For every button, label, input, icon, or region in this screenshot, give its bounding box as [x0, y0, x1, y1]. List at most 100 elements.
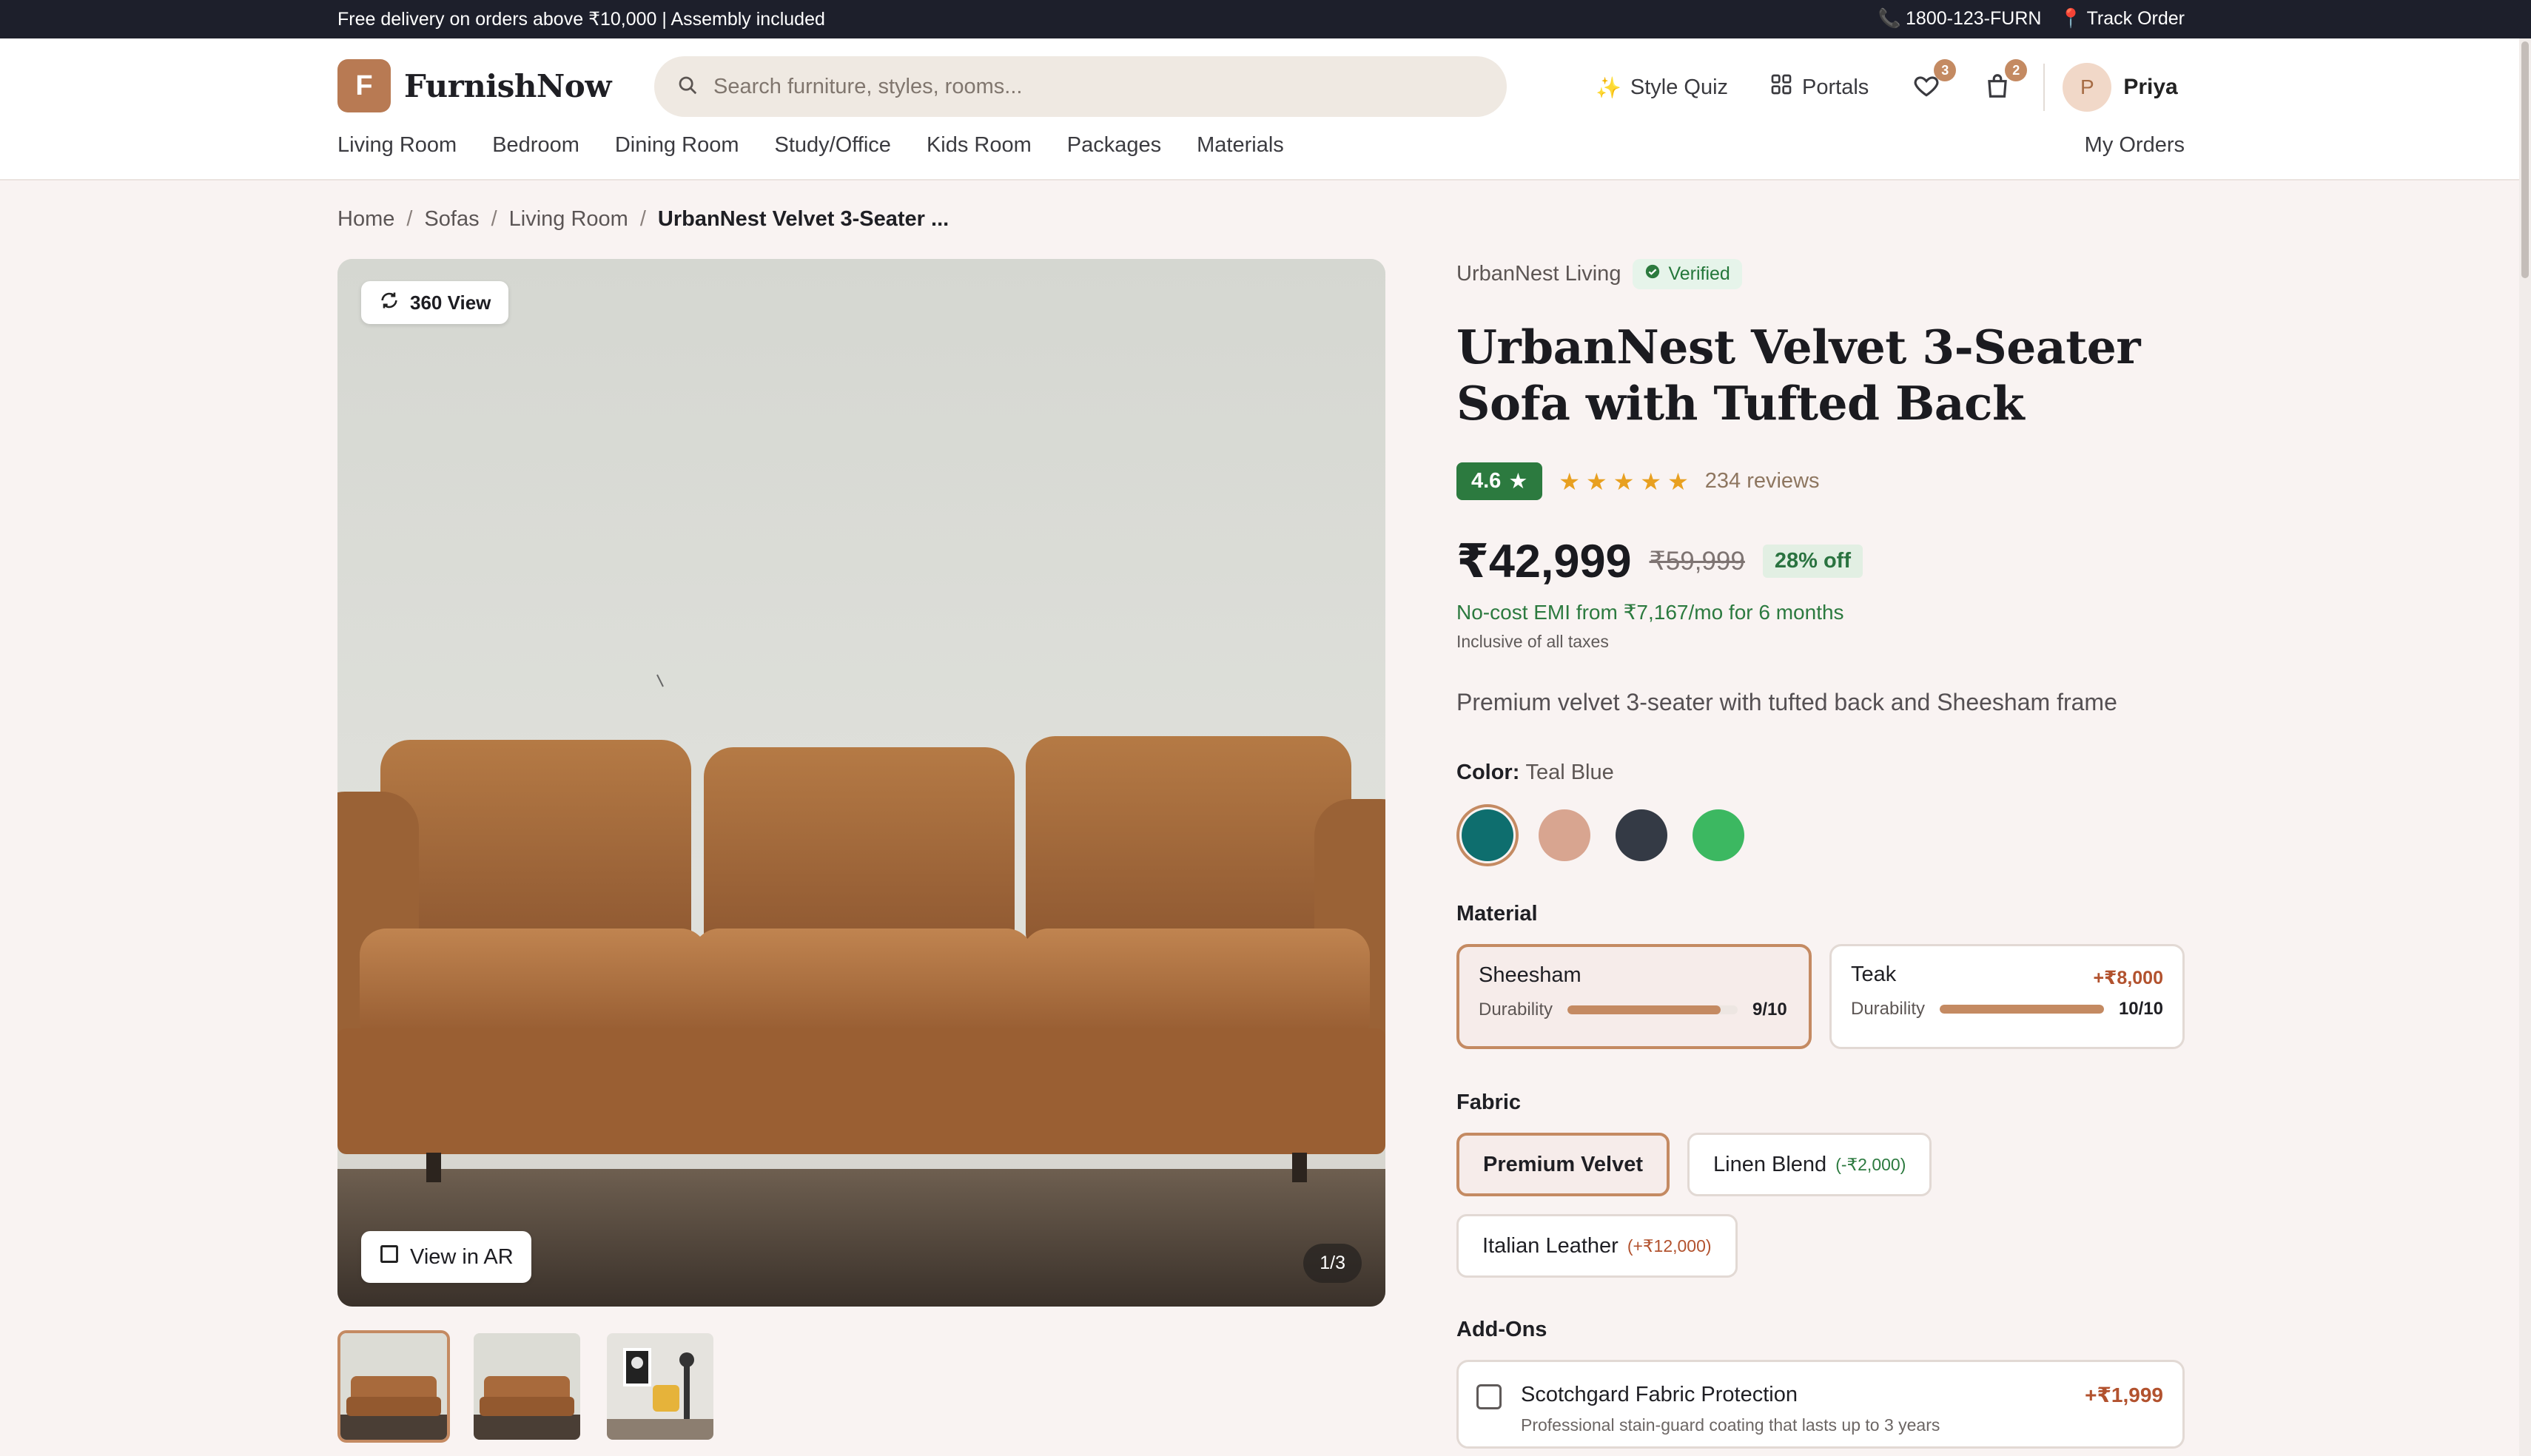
phone-icon: 📞 — [1878, 8, 1902, 29]
nav-item-materials[interactable]: Materials — [1197, 133, 1284, 158]
fabric-option-linen-blend[interactable]: Linen Blend (-₹2,000) — [1687, 1133, 1932, 1196]
addon-price: +₹1,999 — [2085, 1383, 2163, 1406]
fabric-option-italian-leather[interactable]: Italian Leather (+₹12,000) — [1456, 1214, 1738, 1278]
promo-bar: Free delivery on orders above ₹10,000 | … — [0, 0, 2531, 38]
fabric-options: Premium Velvet Linen Blend (-₹2,000) Ita… — [1456, 1133, 2189, 1278]
star-icon: ★ — [1508, 470, 1528, 493]
color-swatch-peach[interactable] — [1533, 804, 1596, 866]
nav-item-study-office[interactable]: Study/Office — [775, 133, 891, 158]
portals-button[interactable]: Portals — [1769, 73, 1869, 102]
scrollbar-thumb[interactable] — [2521, 41, 2529, 278]
search-input[interactable] — [713, 74, 1453, 99]
brand-name: FurnishNow — [404, 67, 611, 104]
color-swatch-green[interactable] — [1687, 804, 1749, 866]
discount-badge: 28% off — [1762, 545, 1863, 578]
pin-icon: 📍 — [2059, 8, 2083, 29]
portals-label: Portals — [1802, 75, 1869, 99]
rating-value: 4.6 — [1471, 469, 1502, 493]
nav-item-dining-room[interactable]: Dining Room — [615, 133, 739, 158]
user-name: Priya — [2123, 75, 2178, 99]
fabric-name: Premium Velvet — [1483, 1152, 1643, 1176]
material-price-delta: +₹8,000 — [2093, 968, 2163, 988]
breadcrumb-separator: / — [639, 207, 646, 231]
nav-item-bedroom[interactable]: Bedroom — [492, 133, 579, 158]
logo-mark: F — [337, 59, 391, 112]
wishlist-count-badge: 3 — [1934, 59, 1957, 81]
breadcrumb-home[interactable]: Home — [337, 207, 394, 232]
style-quiz-button[interactable]: ✨ Style Quiz — [1596, 75, 1728, 100]
material-name: Sheesham — [1479, 963, 1582, 987]
star-icon: ★ — [1667, 468, 1689, 495]
material-options: Sheesham Durability 9/10 Teak +₹8,000 Du… — [1456, 944, 2185, 1049]
material-option-sheesham[interactable]: Sheesham Durability 9/10 — [1456, 944, 1812, 1049]
durability-bar — [1567, 1005, 1738, 1014]
fabric-price-delta: (-₹2,000) — [1835, 1154, 1906, 1174]
track-order-link[interactable]: 📍 Track Order — [2059, 8, 2185, 30]
material-option-teak[interactable]: Teak +₹8,000 Durability 10/10 — [1829, 944, 2185, 1049]
fabric-price-delta: (+₹12,000) — [1627, 1236, 1712, 1256]
category-nav: Living Room Bedroom Dining Room Study/Of… — [337, 133, 1284, 158]
color-swatch-teal-blue[interactable] — [1456, 804, 1519, 866]
original-price: ₹59,999 — [1649, 546, 1745, 576]
product-title: UrbanNest Velvet 3-Seater Sofa with Tuft… — [1456, 320, 2141, 431]
thumbnail-2[interactable] — [471, 1330, 583, 1443]
durability-bar — [1940, 1005, 2104, 1014]
view-in-ar-button[interactable]: View in AR — [361, 1231, 531, 1283]
swatch-dot — [1462, 809, 1513, 861]
header-divider — [2043, 64, 2046, 111]
breadcrumb-separator: / — [406, 207, 413, 231]
track-order-label: Track Order — [2086, 8, 2185, 29]
nav-item-packages[interactable]: Packages — [1067, 133, 1161, 158]
addon-scotchgard[interactable]: Scotchgard Fabric Protection Professiona… — [1456, 1360, 2185, 1449]
selected-color-name: Teal Blue — [1525, 761, 1614, 784]
fabric-name: Italian Leather — [1482, 1233, 1619, 1258]
nav-item-kids-room[interactable]: Kids Room — [927, 133, 1032, 158]
nav-item-living-room[interactable]: Living Room — [337, 133, 457, 158]
thumbnail-sofa-image — [474, 1333, 580, 1440]
thumbnail-1[interactable] — [337, 1330, 450, 1443]
my-orders-link[interactable]: My Orders — [2085, 133, 2185, 158]
cart-button[interactable]: 2 — [1981, 59, 2028, 104]
user-menu[interactable]: P Priya — [2063, 63, 2178, 112]
view-in-ar-label: View in AR — [410, 1244, 514, 1269]
color-swatch-charcoal[interactable] — [1610, 804, 1673, 866]
wishlist-button[interactable]: 3 — [1910, 59, 1957, 104]
phone-link[interactable]: 📞 1800-123-FURN — [1878, 8, 2042, 30]
verified-badge: Verified — [1633, 259, 1742, 289]
breadcrumb-living-room[interactable]: Living Room — [509, 207, 628, 232]
360-view-button[interactable]: 360 View — [361, 281, 509, 324]
color-label-row: Color: Teal Blue — [1456, 761, 2185, 785]
phone-number: 1800-123-FURN — [1906, 8, 2042, 29]
fabric-option-premium-velvet[interactable]: Premium Velvet — [1456, 1133, 1670, 1196]
seller-name[interactable]: UrbanNest Living — [1456, 262, 1621, 286]
thumbnail-room-image — [607, 1333, 713, 1440]
durability-label: Durability — [1479, 1000, 1553, 1019]
color-swatches — [1456, 804, 2185, 866]
thumbnail-strip — [337, 1330, 716, 1443]
sparkle-icon: ✨ — [1596, 75, 1621, 99]
swatch-dot — [1616, 809, 1667, 861]
tax-note: Inclusive of all taxes — [1456, 632, 1609, 651]
breadcrumb: Home / Sofas / Living Room / UrbanNest V… — [337, 207, 949, 232]
avatar: P — [2063, 63, 2112, 112]
search-bar[interactable] — [654, 56, 1507, 117]
thumbnail-3[interactable] — [604, 1330, 716, 1443]
verified-label: Verified — [1668, 263, 1730, 284]
page-scrollbar[interactable] — [2519, 38, 2531, 1456]
image-counter: 1/3 — [1303, 1244, 1362, 1283]
durability-score: 9/10 — [1752, 1000, 1787, 1019]
breadcrumb-sofas[interactable]: Sofas — [424, 207, 479, 232]
fabric-label: Fabric — [1456, 1091, 1522, 1114]
check-circle-icon — [1644, 263, 1661, 285]
swatch-dot — [1539, 809, 1590, 861]
addon-checkbox[interactable] — [1476, 1384, 1502, 1409]
star-icon: ★ — [1613, 468, 1635, 495]
logo[interactable]: F FurnishNow — [337, 59, 611, 112]
product-details: UrbanNest Living Verified UrbanNest Velv… — [1456, 259, 2185, 1449]
color-label: Color: — [1456, 761, 1520, 784]
reviews-link[interactable]: 234 reviews — [1705, 469, 1820, 493]
durability-label: Durability — [1851, 999, 1926, 1019]
product-image[interactable]: 360 View View in AR 1/3 — [337, 259, 1385, 1307]
ar-cube-icon — [379, 1244, 400, 1270]
material-label: Material — [1456, 902, 1538, 926]
